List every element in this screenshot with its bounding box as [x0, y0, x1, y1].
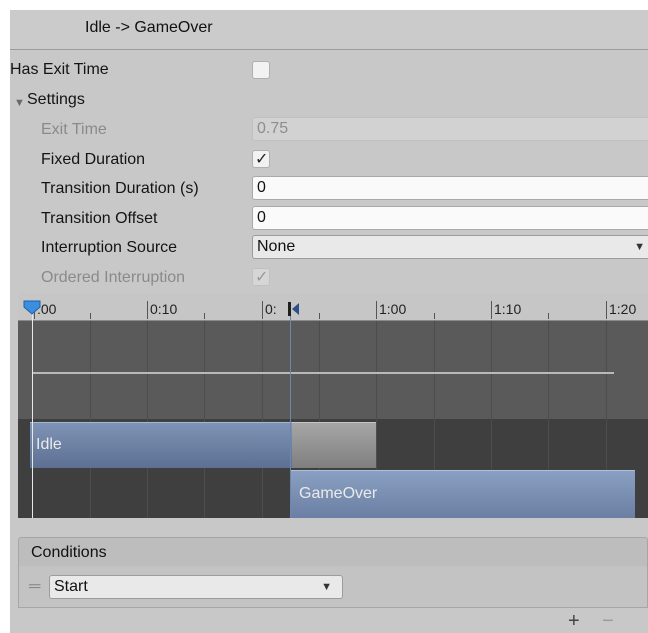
conditions-header: Conditions	[18, 537, 648, 567]
exit-time-label: Exit Time	[41, 121, 107, 138]
curve-area	[18, 321, 648, 419]
checkmark-icon: ✓	[255, 151, 269, 168]
interruption-source-value: None	[257, 238, 296, 255]
tick-label: 1:10	[494, 301, 522, 317]
transition-marker-icon[interactable]	[286, 301, 300, 317]
checkmark-icon: ✓	[255, 269, 269, 286]
ordered-interruption-checkbox: ✓	[252, 268, 270, 286]
clip-label: Idle	[36, 436, 62, 453]
chevron-down-icon: ▼	[321, 581, 332, 593]
exit-time-field: 0.75	[252, 117, 648, 141]
tick-label: 0:	[265, 301, 277, 317]
playhead-marker-icon[interactable]	[22, 299, 42, 315]
chevron-down-icon: ▼	[634, 241, 645, 253]
interruption-source-dropdown[interactable]: None ▼	[252, 235, 648, 259]
condition-parameter-dropdown[interactable]: Start ▼	[49, 575, 343, 599]
tick-label: 1:00	[379, 301, 407, 317]
drag-handle-icon[interactable]: ═	[29, 578, 40, 596]
tick-label: 1:20	[609, 301, 637, 317]
inspector-header: Idle -> GameOver	[10, 10, 648, 50]
transition-timeline[interactable]: :00 0:10 0: 1:00 1:10 1:20 Idle GameOver	[18, 293, 648, 518]
transition-title: Idle -> GameOver	[85, 19, 213, 36]
has-exit-time-label: Has Exit Time	[10, 61, 109, 78]
conditions-footer: + −	[564, 608, 648, 633]
transition-inspector: Idle -> GameOver Has Exit Time ▼ Setting…	[10, 10, 648, 633]
has-exit-time-checkbox[interactable]	[252, 61, 270, 79]
clip-label: GameOver	[299, 485, 378, 502]
ordered-interruption-label: Ordered Interruption	[41, 269, 186, 286]
transition-offset-label: Transition Offset	[41, 210, 158, 227]
tick-label: 0:10	[150, 301, 178, 317]
time-ruler[interactable]: :00 0:10 0: 1:00 1:10 1:20	[18, 293, 648, 321]
fixed-duration-checkbox[interactable]: ✓	[252, 150, 270, 168]
idle-clip[interactable]: Idle	[30, 422, 292, 468]
interruption-source-label: Interruption Source	[41, 239, 178, 256]
gameover-clip[interactable]: GameOver	[291, 470, 635, 518]
triangle-down-icon[interactable]: ▼	[14, 97, 25, 109]
transition-offset-input[interactable]: 0	[252, 206, 648, 230]
playhead-line	[32, 307, 33, 518]
settings-foldout[interactable]: Settings	[27, 91, 85, 109]
transition-end-line	[290, 305, 291, 518]
fixed-duration-label: Fixed Duration	[41, 151, 146, 168]
transition-duration-label: Transition Duration (s)	[41, 180, 199, 197]
transition-duration-input[interactable]: 0	[252, 176, 648, 200]
conditions-list: ═ Start ▼	[18, 566, 648, 608]
weight-curve	[32, 372, 614, 374]
idle-clip-tail	[292, 422, 376, 468]
add-condition-button[interactable]: +	[568, 610, 580, 633]
remove-condition-button[interactable]: −	[602, 610, 614, 633]
condition-parameter-value: Start	[54, 578, 88, 595]
conditions-title: Conditions	[31, 544, 107, 561]
